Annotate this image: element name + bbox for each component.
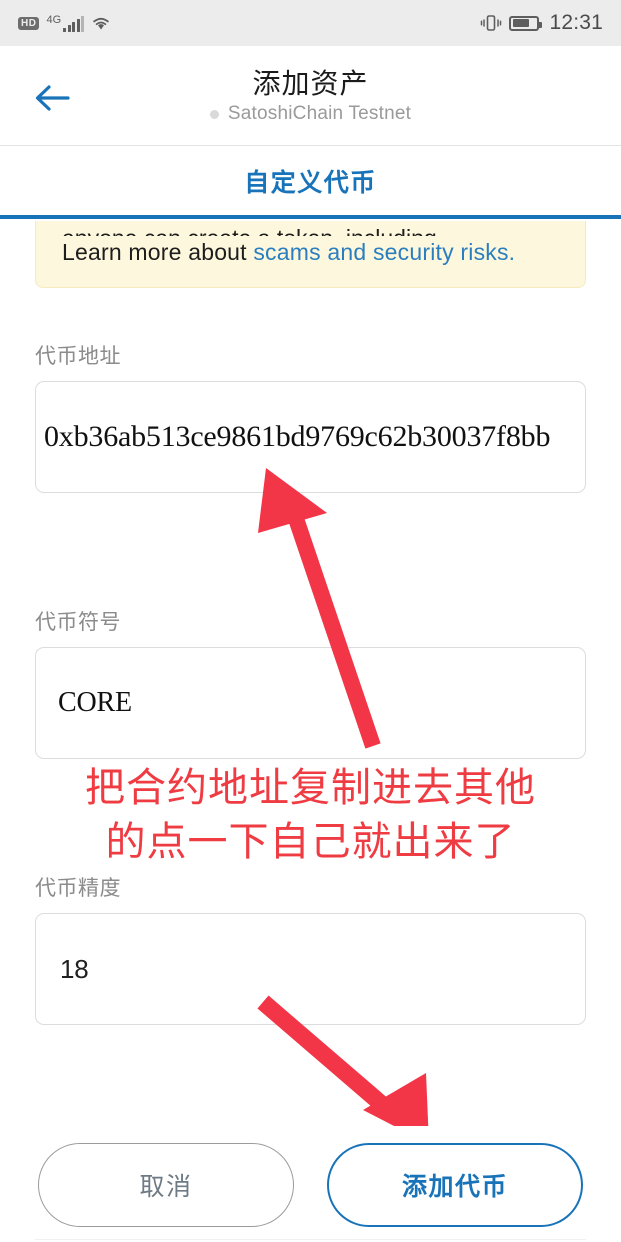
signal-bars-icon: 4G (46, 13, 85, 32)
form-actions: 取消 添加代币 (0, 1126, 621, 1242)
cancel-button[interactable]: 取消 (38, 1142, 294, 1227)
warning-text: Learn more about scams and security risk… (62, 236, 559, 269)
battery-icon (509, 15, 543, 31)
app-header: 添加资产 SatoshiChain Testnet (0, 46, 621, 146)
token-symbol-input[interactable]: CORE (35, 647, 586, 759)
status-bar-right: 12:31 (480, 11, 603, 35)
status-bar: HD 4G 12:31 (0, 0, 621, 46)
network-name: SatoshiChain Testnet (227, 103, 412, 124)
annotation-line-1: 把合约地址复制进去其他 (85, 766, 536, 810)
token-decimals-field-group: 代币精度 18 (35, 872, 586, 1025)
token-decimals-label: 代币精度 (35, 877, 121, 900)
footer-divider (35, 1239, 586, 1240)
token-decimals-value: 18 (60, 953, 89, 984)
token-address-input[interactable]: 0xb36ab513ce9861bd9769c62b30037f8bb (35, 381, 586, 493)
tab-custom-token[interactable]: 自定义代币 (0, 147, 621, 215)
annotation-line-2: 的点一下自己就出来了 (105, 820, 516, 864)
hd-icon: HD (18, 16, 40, 30)
status-bar-clock: 12:31 (549, 11, 603, 34)
scams-and-security-risks-link[interactable]: scams and security risks. (253, 239, 515, 265)
token-decimals-input[interactable]: 18 (35, 913, 586, 1025)
token-symbol-label: 代币符号 (35, 611, 121, 634)
wifi-icon (91, 15, 111, 31)
security-warning-banner: anyone can create a token, including Lea… (35, 221, 586, 288)
form-scroll-area[interactable]: anyone can create a token, including Lea… (0, 221, 621, 1121)
tab-active-indicator (0, 215, 621, 219)
token-address-label: 代币地址 (35, 345, 121, 368)
token-address-field-group: 代币地址 0xb36ab513ce9861bd9769c62b30037f8bb (35, 340, 586, 493)
app-screen: HD 4G 12:31 添加资产 SatoshiChain Testnet 自定… (0, 0, 621, 1242)
network-indicator: SatoshiChain Testnet (0, 103, 621, 125)
network-status-dot (209, 109, 219, 119)
red-annotation-text: 把合约地址复制进去其他 的点一下自己就出来了 (0, 761, 621, 869)
network-type-label: 4G (46, 13, 62, 26)
tab-bar: 自定义代币 (0, 147, 621, 219)
token-address-value: 0xb36ab513ce9861bd9769c62b30037f8bb (44, 420, 551, 453)
token-symbol-value: CORE (58, 687, 132, 718)
warning-clipped-line: anyone can create a token, including (62, 222, 559, 236)
signal-strength-bars (63, 15, 85, 32)
warning-text-prefix: Learn more about (62, 239, 254, 265)
status-bar-left: HD 4G (18, 13, 111, 32)
token-symbol-field-group: 代币符号 CORE (35, 606, 586, 759)
add-token-button[interactable]: 添加代币 (327, 1142, 583, 1227)
vibrate-icon (480, 13, 502, 33)
page-title: 添加资产 (252, 68, 369, 99)
